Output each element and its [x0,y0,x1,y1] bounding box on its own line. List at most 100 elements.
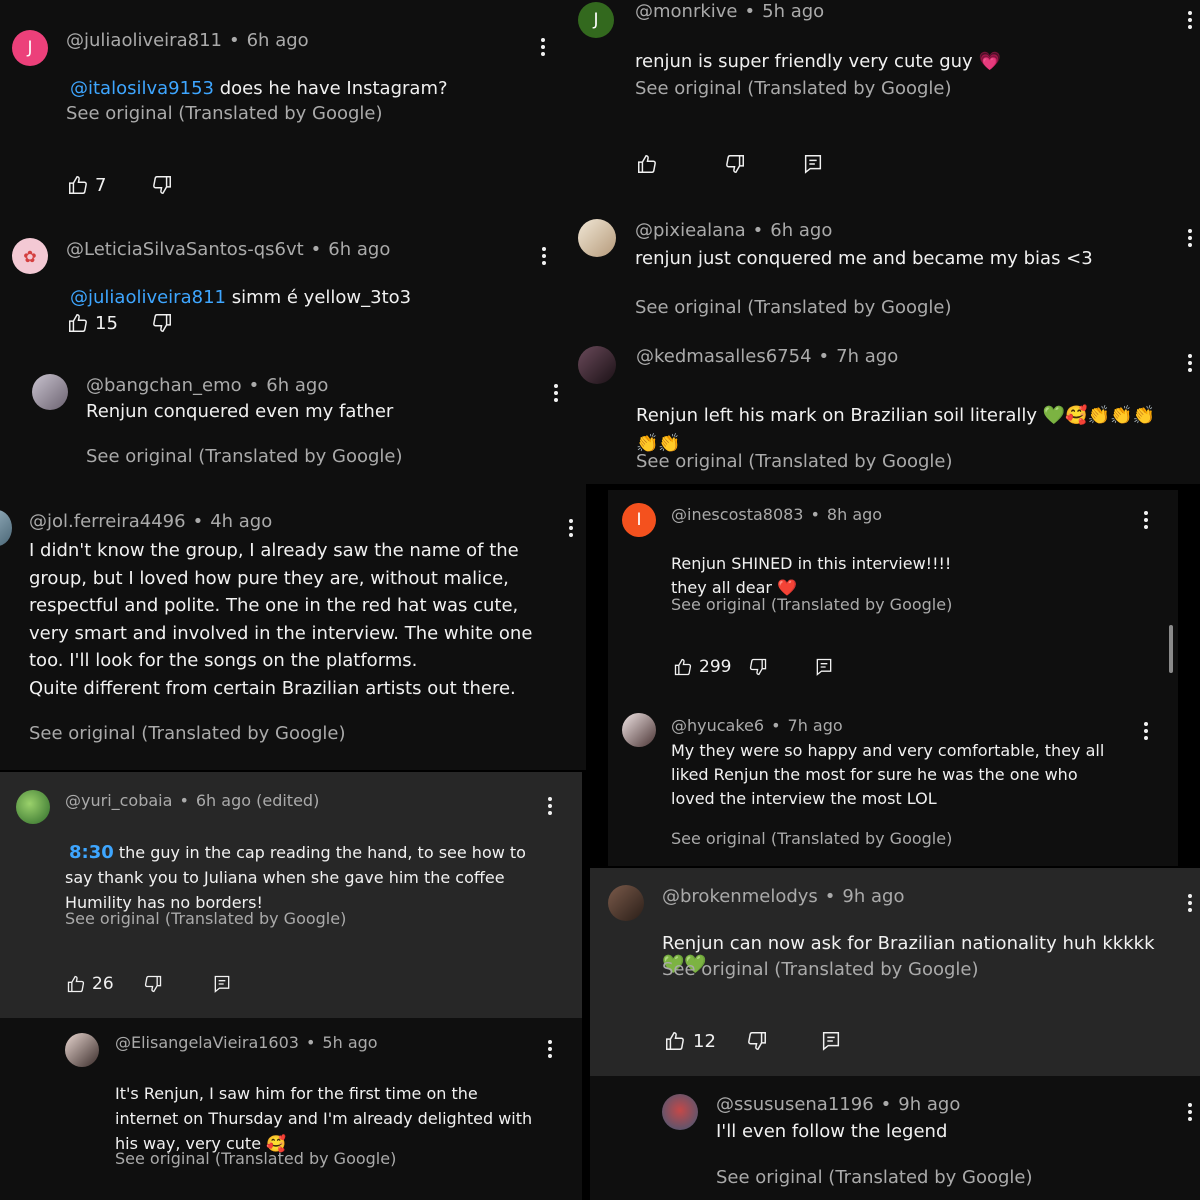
more-options-icon[interactable] [540,1039,560,1059]
like-button[interactable] [636,153,658,175]
see-original-link[interactable]: See original (Translated by Google) [86,446,403,467]
comment-text: @italosilva9153 does he have Instagram? [70,78,448,99]
like-button[interactable]: 26 [66,974,114,994]
flower-avatar-icon: ✿ [23,246,37,266]
timestamp-link[interactable]: 8:30 [69,842,114,863]
author-name[interactable]: @ssususena1196 [716,1094,874,1115]
dislike-button[interactable] [151,174,173,196]
more-options-icon[interactable] [1180,1102,1200,1122]
avatar[interactable] [622,713,656,747]
comment-time[interactable]: 6h ago [770,220,832,241]
more-options-icon[interactable] [534,246,554,266]
avatar[interactable]: J [12,30,48,66]
reply-button[interactable] [802,153,824,175]
author-name[interactable]: @juliaoliveira811 [66,30,222,51]
see-original-link[interactable]: See original (Translated by Google) [671,829,952,848]
comment-time[interactable]: 6h ago [266,375,328,396]
more-options-icon[interactable] [540,796,560,816]
see-original-link[interactable]: See original (Translated by Google) [65,909,346,928]
see-original-link[interactable]: See original (Translated by Google) [115,1149,396,1168]
like-count: 7 [95,174,107,196]
see-original-link[interactable]: See original (Translated by Google) [635,78,952,99]
dislike-button[interactable] [724,153,746,175]
comment-time[interactable]: 6h ago (edited) [196,791,319,810]
see-original-link[interactable]: See original (Translated by Google) [66,103,383,124]
mention-link[interactable]: @juliaoliveira811 [70,287,226,308]
avatar[interactable] [578,346,616,384]
author-name[interactable]: @kedmasalles6754 [636,346,812,367]
author-name[interactable]: @inescosta8083 [671,505,803,524]
more-options-icon[interactable] [1180,353,1200,373]
like-button[interactable]: 15 [67,312,118,334]
comment-time[interactable]: 7h ago [836,346,898,367]
thumbs-down-icon [143,974,163,994]
dislike-button[interactable] [746,1030,768,1052]
more-options-icon[interactable] [1180,893,1200,913]
dislike-button[interactable] [748,657,768,677]
reply-button[interactable] [814,657,834,677]
more-options-icon[interactable] [1180,228,1200,248]
comment-time[interactable]: 9h ago [842,886,904,907]
more-options-icon[interactable] [561,518,581,538]
dislike-button[interactable] [143,974,163,994]
avatar[interactable] [608,885,644,921]
author-name[interactable]: @bangchan_emo [86,375,242,396]
avatar[interactable] [65,1033,99,1067]
comment-time[interactable]: 4h ago [210,511,272,532]
reply-button[interactable] [820,1030,842,1052]
comment-header: @monrkive • 5h ago [635,1,825,22]
author-name[interactable]: @jol.ferreira4496 [29,511,186,532]
comment-time[interactable]: 9h ago [898,1094,960,1115]
comment-time[interactable]: 6h ago [247,30,309,51]
thumbs-down-icon [724,153,746,175]
avatar[interactable]: J [578,2,614,38]
see-original-link[interactable]: See original (Translated by Google) [29,723,346,744]
more-options-icon[interactable] [533,37,553,57]
author-name[interactable]: @brokenmelodys [662,886,818,907]
comment-time[interactable]: 5h ago [762,1,824,22]
author-name[interactable]: @monrkive [635,1,738,22]
comment-time[interactable]: 7h ago [788,716,843,735]
more-options-icon[interactable] [1136,510,1156,530]
comment-text: renjun just conquered me and became my b… [635,248,1093,269]
comment-time[interactable]: 5h ago [322,1033,377,1052]
avatar[interactable]: I [622,503,656,537]
avatar[interactable] [578,219,616,257]
avatar[interactable] [16,790,50,824]
see-original-link[interactable]: See original (Translated by Google) [636,451,953,472]
comment-text: My they were so happy and very comfortab… [671,741,1105,808]
thumbs-up-icon [636,153,658,175]
like-button[interactable]: 299 [673,657,731,677]
avatar[interactable]: ✿ [12,238,48,274]
like-button[interactable]: 7 [67,174,106,196]
reply-button[interactable] [212,974,232,994]
avatar[interactable] [662,1094,698,1130]
author-name[interactable]: @hyucake6 [671,716,764,735]
comment-text: Renjun SHINED in this interview!!!! they… [671,554,952,597]
comment-header: @juliaoliveira811 • 6h ago [66,30,309,51]
comment-time[interactable]: 6h ago [328,239,390,260]
see-original-link[interactable]: See original (Translated by Google) [716,1167,1033,1188]
more-options-icon[interactable] [546,383,566,403]
see-original-link[interactable]: See original (Translated by Google) [671,595,952,614]
thumbs-up-icon [67,174,89,196]
comment-text: Renjun conquered even my father [86,401,394,422]
scrollbar[interactable] [1169,625,1173,673]
mention-link[interactable]: @italosilva9153 [70,78,214,99]
avatar[interactable] [32,374,68,410]
thumbs-down-icon [746,1030,768,1052]
more-options-icon[interactable] [1136,721,1156,741]
comment-time[interactable]: 8h ago [827,505,882,524]
author-name[interactable]: @pixiealana [635,220,746,241]
author-name[interactable]: @yuri_cobaia [65,791,172,810]
more-options-icon[interactable] [1180,10,1200,30]
see-original-link[interactable]: See original (Translated by Google) [662,959,979,980]
comment-header: @ssususena1196 • 9h ago [716,1094,961,1115]
comment-text: It's Renjun, I saw him for the first tim… [115,1084,533,1153]
pink-heart-emoji: 💗 [978,51,1001,72]
dislike-button[interactable] [151,312,173,334]
author-name[interactable]: @ElisangelaVieira1603 [115,1033,299,1052]
see-original-link[interactable]: See original (Translated by Google) [635,297,952,318]
like-button[interactable]: 12 [664,1030,716,1052]
author-name[interactable]: @LeticiaSilvaSantos-qs6vt [66,239,304,260]
